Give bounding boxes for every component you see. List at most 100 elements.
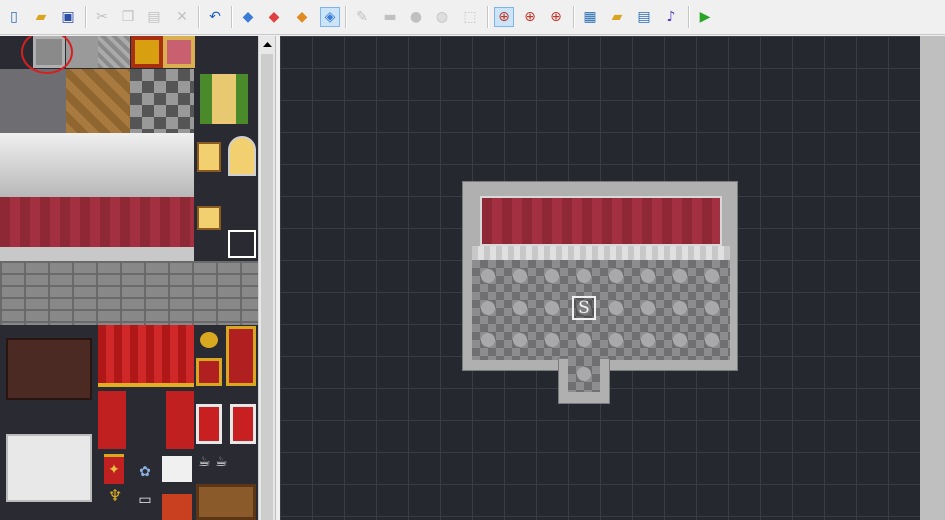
tile-red-throne[interactable] — [226, 326, 256, 386]
paste-icon: ▤ — [147, 9, 161, 25]
scroll-thumb[interactable] — [261, 54, 273, 520]
zoom-1-1-icon: ⊕ — [498, 9, 510, 25]
tile-pink-carpet[interactable] — [163, 36, 195, 68]
event-layer-button[interactable]: ◈ — [320, 7, 340, 27]
tile-red-stage-curtain[interactable] — [98, 325, 194, 387]
room-doorway-floor — [568, 358, 600, 392]
cut-button[interactable]: ✂ — [92, 7, 112, 27]
zoom-1-1-button[interactable]: ⊕ — [494, 7, 514, 27]
open-folder-icon: ▰ — [35, 9, 47, 25]
toolbar-separator — [487, 6, 489, 28]
layer-top-icon: ◆ — [296, 9, 308, 25]
tile-white-table[interactable] — [6, 434, 92, 502]
rectangle-icon: ▬ — [383, 9, 397, 25]
banner-icon: ✦ — [108, 462, 120, 478]
event-cube-icon: ◈ — [324, 9, 336, 25]
tile-wall-trim[interactable] — [0, 247, 194, 261]
copy-icon: ❐ — [121, 9, 135, 25]
start-marker-label: S — [578, 298, 590, 318]
tile-grey-floor[interactable] — [0, 69, 66, 133]
open-project-button[interactable]: ▰ — [31, 7, 51, 27]
layer-2-button[interactable]: ◆ — [264, 7, 284, 27]
sound-test-button[interactable]: ♪ — [661, 7, 681, 27]
tile-green-curtain-window[interactable] — [200, 74, 248, 124]
database-grid-icon: ▦ — [583, 9, 597, 25]
selection-marquee-icon: ⬚ — [463, 9, 477, 25]
open-book-icon: ▭ — [138, 492, 152, 508]
zoom-1-4-button[interactable]: ⊕ — [546, 7, 566, 27]
layer-lower-icon: ◆ — [242, 9, 254, 25]
save-disk-icon: ▣ — [61, 9, 75, 25]
select-tool-button[interactable]: ⬚ — [460, 7, 480, 27]
tile-gold-carpet[interactable] — [131, 36, 163, 68]
tileset-palette[interactable]: ✦ ✿ ☕ ☕ ♆ ▭ — [0, 36, 258, 520]
tile-white-chair-2[interactable] — [230, 404, 256, 444]
zoom-1-4-icon: ⊕ — [550, 9, 562, 25]
tile-small-window-2[interactable] — [197, 206, 221, 230]
tile-red-chair[interactable] — [196, 358, 222, 386]
tile-flowers[interactable]: ✿ — [134, 464, 156, 480]
delete-button[interactable]: ✕ — [172, 7, 192, 27]
main-toolbar: ▯ ▰ ▣ ✂ ❐ ▤ ✕ ↶ ◆ ◆ ◆ ◈ ✎ ▬ ● ◍ ⬚ ⊕ ⊕ ⊕ ▦ ▰ ▤ ♪ ▶ — [0, 0, 945, 35]
fill-tool-button[interactable]: ◍ — [432, 7, 452, 27]
x-delete-icon: ✕ — [176, 9, 188, 25]
fill-bucket-icon: ◍ — [435, 9, 449, 25]
tile-small-window-1[interactable] — [197, 142, 221, 172]
toolbar-separator — [231, 6, 233, 28]
script-editor-button[interactable]: ▤ — [634, 7, 654, 27]
copy-button[interactable]: ❐ — [118, 7, 138, 27]
scroll-up-arrow-icon[interactable] — [259, 36, 275, 53]
tile-selection-cursor[interactable] — [228, 230, 256, 258]
undo-button[interactable]: ↶ — [205, 7, 225, 27]
rectangle-tool-button[interactable]: ▬ — [380, 7, 400, 27]
tile-arched-window[interactable] — [228, 136, 256, 176]
tile-cushion[interactable] — [162, 494, 192, 520]
pencil-tool-button[interactable]: ✎ — [352, 7, 372, 27]
layer-upper-icon: ◆ — [268, 9, 280, 25]
tile-parquet-floor[interactable] — [66, 69, 130, 133]
toolbar-separator — [573, 6, 575, 28]
new-project-button[interactable]: ▯ — [4, 7, 24, 27]
zoom-1-2-icon: ⊕ — [524, 9, 536, 25]
playtest-button[interactable]: ▶ — [695, 7, 715, 27]
new-document-icon: ▯ — [10, 9, 18, 25]
tile-teacups[interactable]: ☕ ☕ — [198, 454, 250, 474]
tile-wooden-frame[interactable] — [196, 484, 256, 520]
script-page-icon: ▤ — [637, 9, 651, 25]
tile-red-banner[interactable]: ✦ — [104, 454, 124, 484]
tile-candelabra[interactable]: ♆ — [104, 486, 126, 508]
teacups-icon: ☕ ☕ — [198, 454, 228, 470]
room-stone-floor — [472, 260, 730, 360]
tile-checker-floor[interactable] — [130, 69, 194, 133]
zoom-1-2-button[interactable]: ⊕ — [520, 7, 540, 27]
tile-white-chair-1[interactable] — [196, 404, 222, 444]
undo-arrow-icon: ↶ — [209, 9, 221, 25]
ellipse-tool-button[interactable]: ● — [406, 7, 426, 27]
play-triangle-icon: ▶ — [699, 9, 711, 25]
tile-white-cloth[interactable] — [162, 456, 192, 482]
flowers-icon: ✿ — [139, 464, 151, 480]
pencil-icon: ✎ — [356, 9, 368, 25]
layer-3-button[interactable]: ◆ — [292, 7, 312, 27]
paste-button[interactable]: ▤ — [144, 7, 164, 27]
tile-small-gold-table[interactable] — [200, 332, 218, 348]
scissors-icon: ✂ — [96, 9, 108, 25]
toolbar-separator — [345, 6, 347, 28]
tile-red-wall[interactable] — [0, 197, 194, 247]
tile-red-side-curtains[interactable] — [98, 391, 194, 449]
tile-stone-brick-wall[interactable] — [0, 261, 258, 325]
tile-white-wall[interactable] — [0, 133, 194, 197]
database-button[interactable]: ▦ — [580, 7, 600, 27]
player-start-marker[interactable]: S — [572, 296, 596, 320]
map-canvas[interactable]: S — [280, 36, 920, 520]
layer-1-button[interactable]: ◆ — [238, 7, 258, 27]
save-project-button[interactable]: ▣ — [58, 7, 78, 27]
music-note-icon: ♪ — [666, 9, 676, 25]
tile-open-book[interactable]: ▭ — [134, 492, 156, 508]
toolbar-separator — [688, 6, 690, 28]
tile-dark-table[interactable] — [6, 338, 92, 400]
palette-scrollbar[interactable] — [258, 36, 275, 520]
map-margin — [920, 36, 945, 520]
tile-grey-pattern[interactable] — [98, 36, 130, 68]
material-base-button[interactable]: ▰ — [607, 7, 627, 27]
